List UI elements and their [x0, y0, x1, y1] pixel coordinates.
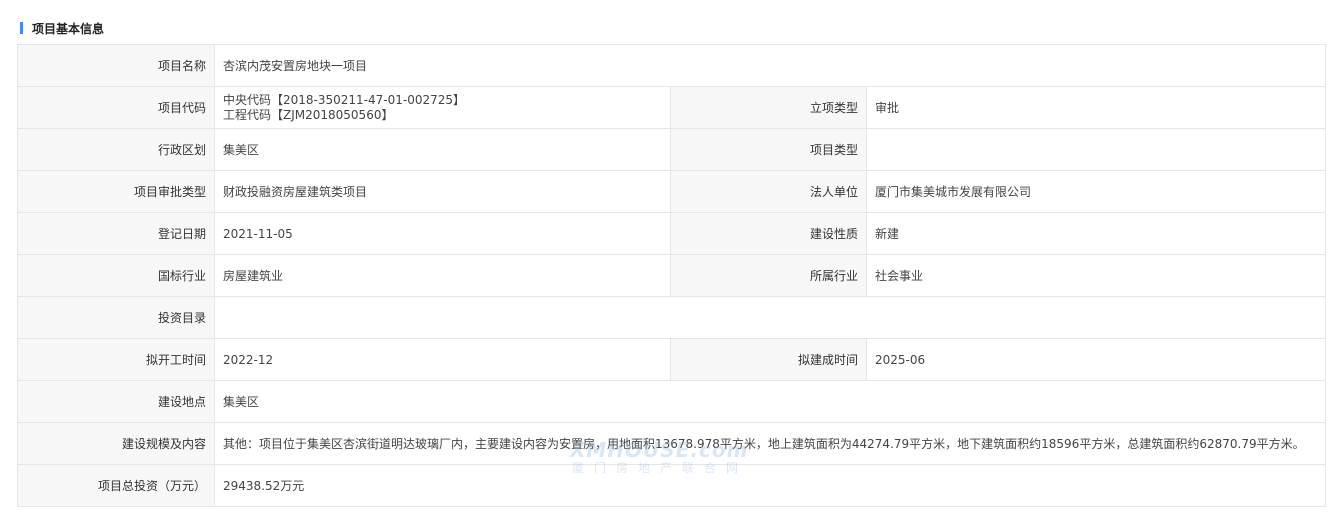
- field-label-planned-completion: 拟建成时间: [670, 338, 867, 381]
- field-label-scale: 建设规模及内容: [17, 422, 215, 465]
- field-label-approval-type: 项目审批类型: [17, 170, 215, 213]
- field-value-sector: 社会事业: [865, 254, 1327, 297]
- field-label-project-type: 项目类型: [670, 128, 867, 171]
- field-value-approval-type: 财政投融资房屋建筑类项目: [214, 170, 671, 213]
- field-value-location: 集美区: [213, 380, 1327, 423]
- section-title-text: 项目基本信息: [32, 21, 105, 36]
- field-value-project-type: [865, 128, 1327, 171]
- field-value-investment-catalog: [213, 296, 1327, 339]
- engineering-code: 工程代码【ZJM2018050560】: [223, 107, 394, 122]
- field-value-registration-date: 2021-11-05: [214, 212, 671, 255]
- table-row: 投资目录: [17, 296, 1327, 339]
- field-label-legal-entity: 法人单位: [670, 170, 867, 213]
- field-value-scale: 其他：项目位于集美区杏滨街道明达玻璃厂内，主要建设内容为安置房，用地面积1367…: [213, 422, 1327, 465]
- field-value-total-investment: 29438.52万元: [213, 464, 1327, 507]
- field-label-national-industry: 国标行业: [17, 254, 215, 297]
- field-label-project-code: 项目代码: [17, 86, 215, 129]
- field-value-approval-mode: 审批: [865, 86, 1327, 129]
- field-value-region: 集美区: [214, 128, 671, 171]
- field-value-legal-entity: 厦门市集美城市发展有限公司: [865, 170, 1327, 213]
- field-label-region: 行政区划: [17, 128, 215, 171]
- field-value-national-industry: 房屋建筑业: [214, 254, 671, 297]
- table-row: 项目总投资（万元） 29438.52万元: [17, 464, 1327, 507]
- field-value-planned-completion: 2025-06: [865, 338, 1327, 381]
- field-label-total-investment: 项目总投资（万元）: [17, 464, 215, 507]
- table-row: 国标行业 房屋建筑业 所属行业 社会事业: [17, 254, 1327, 297]
- section-accent-bar: [20, 22, 23, 34]
- field-value-construction-nature: 新建: [865, 212, 1327, 255]
- table-row: 行政区划 集美区 项目类型: [17, 128, 1327, 171]
- field-label-sector: 所属行业: [670, 254, 867, 297]
- table-row: 拟开工时间 2022-12 拟建成时间 2025-06: [17, 338, 1327, 381]
- field-label-planned-start: 拟开工时间: [17, 338, 215, 381]
- table-row: 登记日期 2021-11-05 建设性质 新建: [17, 212, 1327, 255]
- table-row: 项目审批类型 财政投融资房屋建筑类项目 法人单位 厦门市集美城市发展有限公司: [17, 170, 1327, 213]
- field-label-location: 建设地点: [17, 380, 215, 423]
- field-value-planned-start: 2022-12: [214, 338, 671, 381]
- section-title: 项目基本信息: [20, 20, 104, 36]
- field-label-project-name: 项目名称: [17, 44, 215, 87]
- table-row: 项目代码 中央代码【2018-350211-47-01-002725】 工程代码…: [17, 86, 1327, 129]
- central-code: 中央代码【2018-350211-47-01-002725】: [223, 92, 466, 107]
- field-label-construction-nature: 建设性质: [670, 212, 867, 255]
- field-label-investment-catalog: 投资目录: [17, 296, 215, 339]
- field-label-approval-mode: 立项类型: [670, 86, 867, 129]
- table-row: 建设地点 集美区: [17, 380, 1327, 423]
- field-label-registration-date: 登记日期: [17, 212, 215, 255]
- project-info-table: 项目名称 杏滨内茂安置房地块一项目 项目代码 中央代码【2018-350211-…: [17, 44, 1327, 507]
- table-row: 项目名称 杏滨内茂安置房地块一项目: [17, 44, 1327, 87]
- field-value-project-name: 杏滨内茂安置房地块一项目: [213, 44, 1327, 87]
- field-value-project-code: 中央代码【2018-350211-47-01-002725】 工程代码【ZJM2…: [214, 86, 671, 129]
- table-row: 建设规模及内容 其他：项目位于集美区杏滨街道明达玻璃厂内，主要建设内容为安置房，…: [17, 422, 1327, 465]
